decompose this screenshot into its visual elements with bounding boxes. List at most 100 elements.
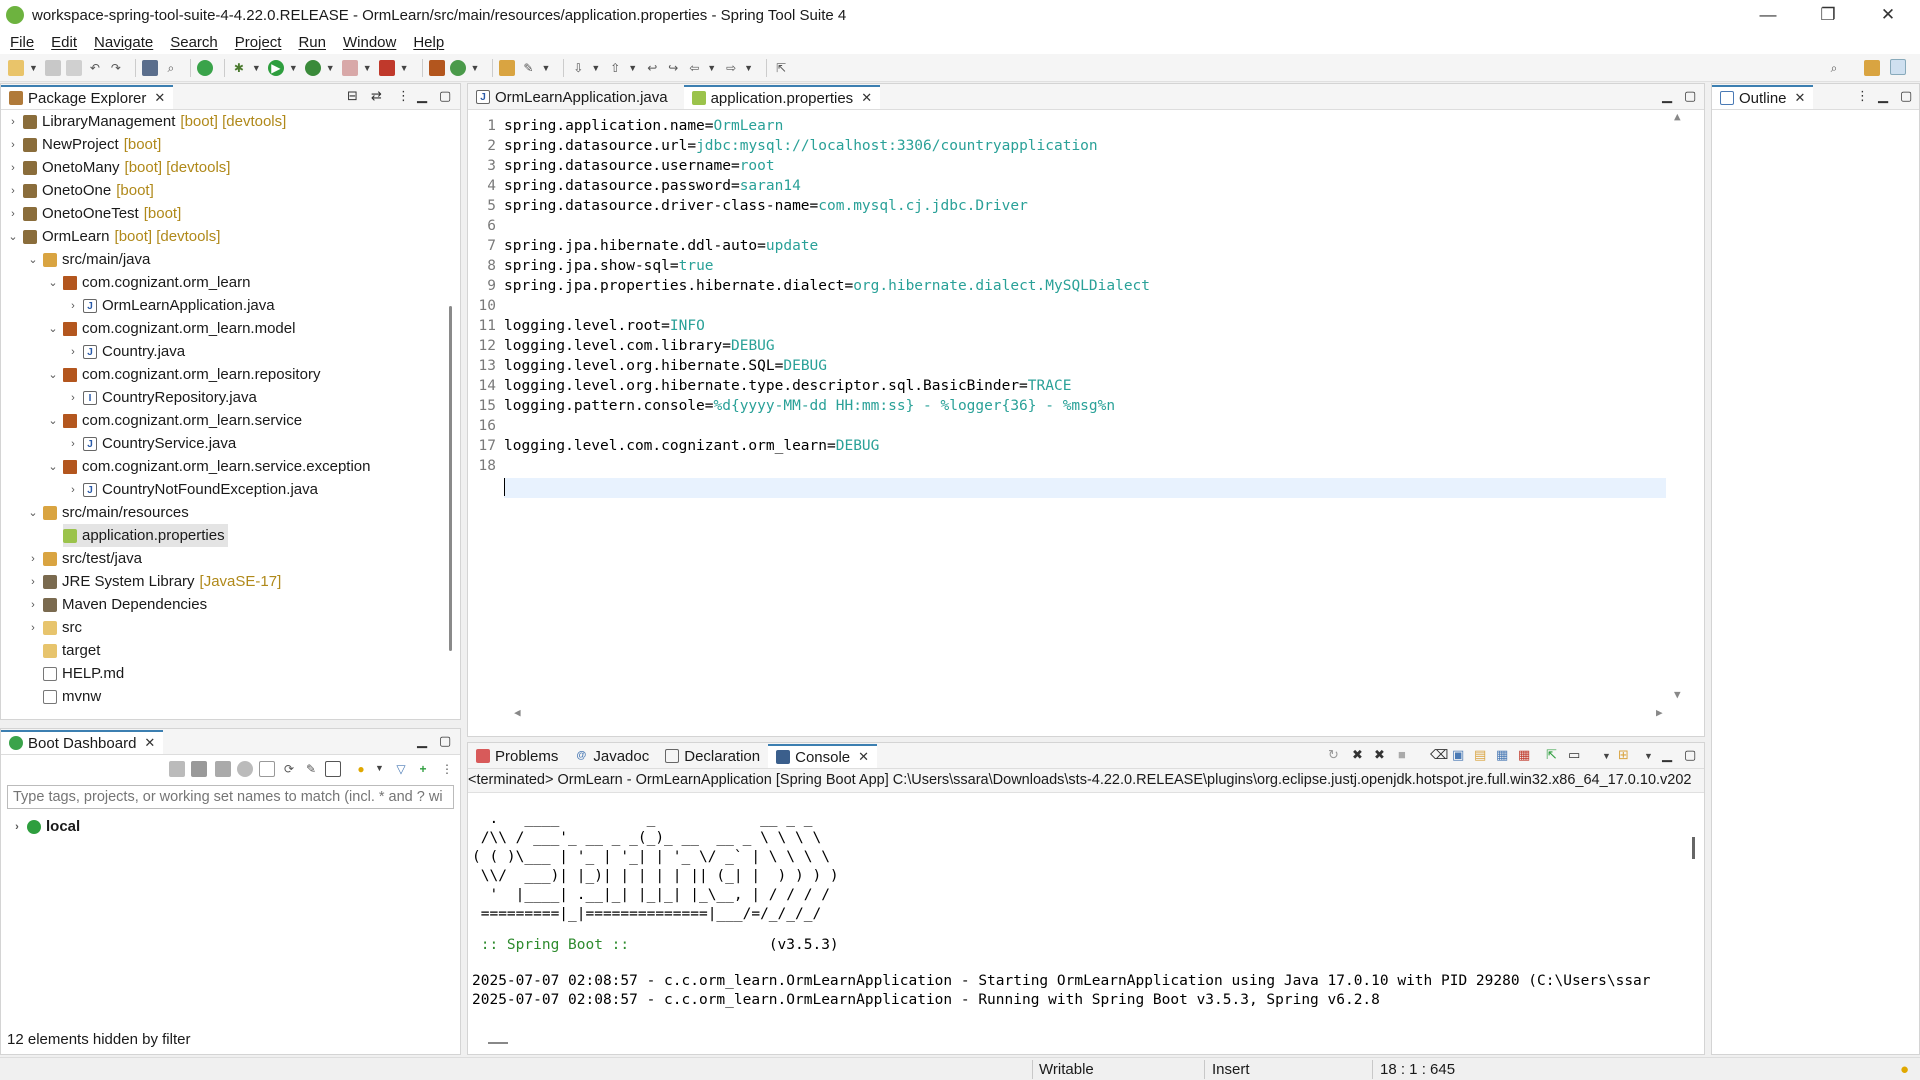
back-icon[interactable]: ⇦ [686,60,702,76]
terminal-icon[interactable] [141,59,158,76]
view-menu-icon[interactable]: ⋮ [439,761,455,777]
filter-icon[interactable]: ▽ [393,761,409,777]
new-class-icon[interactable] [449,59,466,76]
tree-item-src-main-java[interactable]: ⌄ src/main/java [27,248,150,271]
tree-item-ormlearn[interactable]: ⌄ OrmLearn [boot] [devtools] [7,225,220,248]
show-on-stderr-icon[interactable]: ▦ [1518,747,1530,763]
view-menu-icon[interactable]: ⋮ [1856,88,1869,104]
console-scrollbar[interactable] [1692,837,1695,859]
menu-window[interactable]: Window [343,34,396,51]
tree-item-maven-dependencies[interactable]: › Maven Dependencies [27,593,207,616]
scroll-lock-icon[interactable]: ▣ [1452,747,1464,763]
scroll-left-icon[interactable]: ◀ [514,706,521,719]
close-icon[interactable]: ✕ [1795,90,1806,106]
stop-icon[interactable] [341,59,358,76]
search-file-icon[interactable]: ⌕ [163,60,179,76]
tree-item-src[interactable]: › src [27,616,82,639]
tree-item-src-main-resources[interactable]: ⌄ src/main/resources [27,501,188,524]
scroll-up-icon[interactable]: ▲ [1674,110,1681,123]
tree-item-newproject[interactable]: › NewProject [boot] [7,133,161,156]
layout-icon[interactable] [325,761,341,777]
relaunch-icon[interactable]: ↻ [1328,747,1339,763]
menu-edit[interactable]: Edit [51,34,77,51]
maximize-icon[interactable]: ▢ [1684,88,1696,104]
coverage-icon[interactable] [304,59,321,76]
open-perspective-icon[interactable] [1864,60,1880,76]
tree-item-local[interactable]: › local [11,815,80,838]
scroll-right-icon[interactable]: ▶ [1656,706,1663,719]
maximize-icon[interactable]: ▢ [439,733,451,749]
console-icon[interactable] [259,761,275,777]
tree-item-jre-library[interactable]: › JRE System Library [JavaSE-17] [27,570,281,593]
tab-problems[interactable]: Problems [468,744,566,768]
code-editor[interactable]: 1 spring.application.name=OrmLearn 2 spring… [468,110,1704,719]
close-icon[interactable]: ✕ [858,749,869,765]
minimize-icon[interactable]: ▁ [1662,88,1672,104]
tree-item-java-file[interactable]: › J Country.java [67,340,185,363]
boot-dashboard-icon[interactable] [196,59,213,76]
link-icon[interactable]: ⟳ [281,761,297,777]
open-task-icon[interactable]: ✎ [520,60,536,76]
debug-icon[interactable] [237,761,253,777]
save-icon[interactable] [44,59,61,76]
tab-package-explorer[interactable]: Package Explorer ✕ [1,85,174,109]
close-icon[interactable]: ✕ [144,735,155,751]
display-console-dropdown-icon[interactable]: ▼ [1602,751,1611,761]
save-all-icon[interactable] [65,59,82,76]
menu-search[interactable]: Search [170,34,218,51]
tree-scrollbar[interactable] [449,306,452,651]
back-dropdown-icon[interactable]: ▼ [707,63,716,73]
next-annotation-dropdown-icon[interactable]: ▼ [591,63,600,73]
minimize-icon[interactable]: ▁ [417,88,427,104]
pin-editor-icon[interactable]: ⇱ [773,60,789,76]
tab-javadoc[interactable]: @ Javadoc [566,744,657,768]
restore-button[interactable]: ❐ [1800,0,1856,30]
tree-item-java-file[interactable]: › J CountryService.java [67,432,236,455]
remove-all-icon[interactable]: ✖ [1374,747,1385,763]
menu-file[interactable]: File [10,34,34,51]
lightbulb-icon[interactable]: ● [353,761,369,777]
tree-item-java-file[interactable]: › J CountryNotFoundException.java [67,478,318,501]
forward-icon[interactable]: ⇨ [723,60,739,76]
minimize-icon[interactable]: ▁ [1662,747,1672,763]
undo-icon[interactable]: ↶ [87,60,103,76]
close-window-button[interactable]: ✕ [1860,0,1916,30]
redo-icon[interactable]: ↷ [108,60,124,76]
java-perspective-icon[interactable] [1890,59,1906,75]
lightbulb-icon[interactable]: ● [1900,1061,1909,1078]
stop-icon[interactable] [215,761,231,777]
boot-filter-input[interactable] [7,785,454,809]
maximize-icon[interactable]: ▢ [1684,747,1696,763]
tree-item-package[interactable]: ⌄ com.cognizant.orm_learn [47,271,250,294]
tab-boot-dashboard[interactable]: Boot Dashboard ✕ [1,730,164,754]
new-class-dropdown-icon[interactable]: ▼ [471,63,480,73]
menu-run[interactable]: Run [298,34,326,51]
console-hscrollbar[interactable] [488,1042,508,1044]
tab-ormlearnapplication[interactable]: J OrmLearnApplication.java [468,85,676,109]
menu-help[interactable]: Help [413,34,444,51]
tree-item-mvnw[interactable]: mvnw [43,685,101,708]
clear-console-icon[interactable]: ⌫ [1430,747,1448,763]
minimize-icon[interactable]: ▁ [417,733,427,749]
console-output[interactable]: <terminated> OrmLearn - OrmLearnApplicat… [468,769,1704,1053]
debug-icon[interactable]: ✱ [231,60,247,76]
tree-item-package[interactable]: ⌄ com.cognizant.orm_learn.model [47,317,295,340]
tree-item-package[interactable]: ⌄ com.cognizant.orm_learn.repository [47,363,320,386]
tree-item-onetoonetest[interactable]: › OnetoOneTest [boot] [7,202,181,225]
start-icon[interactable] [169,761,185,777]
search-icon[interactable]: ⌕ [1826,60,1842,76]
coverage-dropdown-icon[interactable]: ▼ [326,63,335,73]
add-icon[interactable]: + [415,761,431,777]
prev-annotation-icon[interactable]: ⇧ [607,60,623,76]
tree-item-help-md[interactable]: HELP.md [43,662,124,685]
next-annotation-icon[interactable]: ⇩ [570,60,586,76]
forward-dropdown-icon[interactable]: ▼ [744,63,753,73]
run-dropdown-icon[interactable]: ▼ [289,63,298,73]
edit-icon[interactable]: ✎ [303,761,319,777]
tree-item-librarymanagement[interactable]: › LibraryManagement [boot] [devtools] [7,110,286,133]
menu-navigate[interactable]: Navigate [94,34,153,51]
tab-application-properties[interactable]: application.properties ✕ [683,85,881,109]
forward-edit-icon[interactable]: ↪ [665,60,681,76]
terminate-icon[interactable]: ■ [1398,747,1406,762]
link-editor-icon[interactable]: ⇄ [371,88,382,104]
